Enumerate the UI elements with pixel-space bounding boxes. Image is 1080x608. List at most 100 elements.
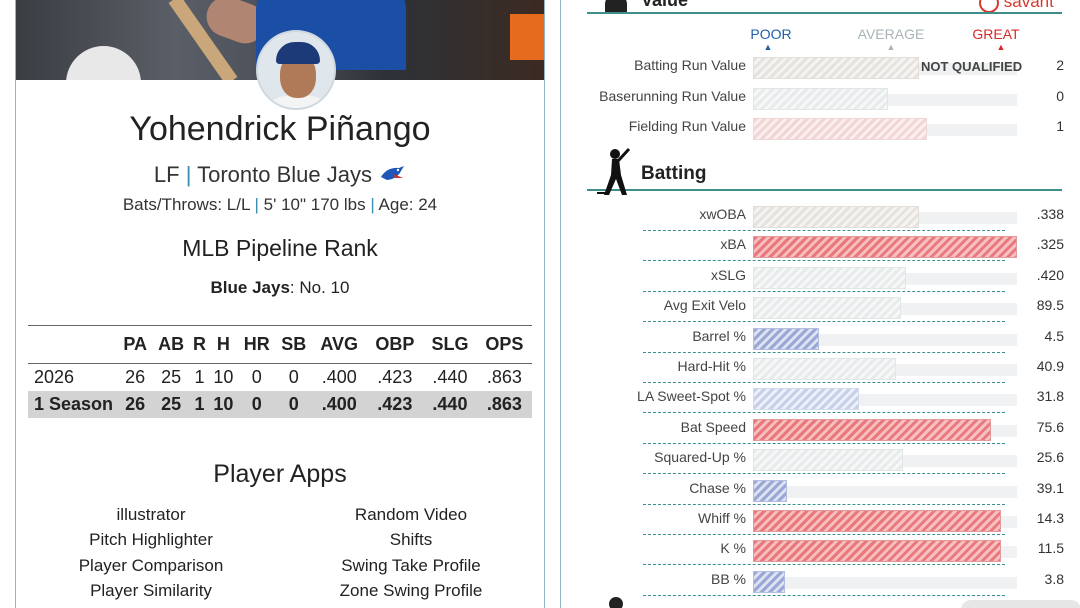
batting-stat-row[interactable]: Bat Speed 75.6	[561, 418, 1080, 449]
row-divider	[643, 442, 1005, 444]
app-link-pitch-highlighter[interactable]: Pitch Highlighter	[51, 530, 251, 550]
row-divider	[643, 382, 1005, 383]
batting-stat-row[interactable]: xBA .325	[561, 236, 1080, 266]
stat-label: Bat Speed	[680, 418, 746, 435]
stat-value: 0	[1056, 87, 1064, 104]
table-row: 2026 26 25 1 10 0 0 .400 .423 .440 .863	[34, 366, 522, 387]
stat-value: 4.5	[1044, 327, 1064, 344]
value-stat-row[interactable]: Fielding Run Value 1	[561, 118, 1080, 148]
percentile-rankings-panel: Value savant POOR AVERAGE GREAT ▲ ▲ ▲ Ba…	[560, 0, 1080, 608]
row-divider	[643, 564, 1005, 566]
scroll-top-button[interactable]	[961, 600, 1080, 608]
app-link-shifts[interactable]: Shifts	[311, 530, 511, 550]
app-link-swing-take-profile[interactable]: Swing Take Profile	[311, 556, 511, 576]
batting-section-rule	[587, 189, 1062, 191]
col-h: H	[216, 334, 230, 354]
batter-icon	[597, 147, 631, 195]
app-link-player-similarity[interactable]: Player Similarity	[51, 581, 251, 601]
batting-stat-row[interactable]: xwOBA .338	[561, 206, 1080, 236]
percentile-bar	[753, 87, 888, 110]
app-link-player-comparison[interactable]: Player Comparison	[51, 556, 251, 576]
batting-stat-row[interactable]: Squared-Up % 25.6	[561, 449, 1080, 479]
col-r: R	[192, 334, 206, 354]
row-divider	[643, 534, 1005, 535]
percentile-bar	[753, 57, 919, 79]
player-headshot	[256, 30, 336, 110]
batting-stat-row[interactable]: BB % 3.8	[561, 570, 1080, 601]
stat-label: xwOBA	[699, 206, 746, 222]
percentile-bar	[753, 327, 819, 350]
batting-stat-row[interactable]: K % 11.5	[561, 540, 1080, 570]
batting-stat-row[interactable]: Avg Exit Velo 89.5	[561, 297, 1080, 327]
fielder-icon	[609, 597, 623, 608]
stat-value: 25.6	[1036, 449, 1064, 466]
player-position: LF	[153, 162, 180, 187]
player-name: Yohendrick Piñango	[129, 110, 431, 148]
row-divider	[643, 260, 1005, 262]
stat-label: Fielding Run Value	[628, 118, 746, 134]
blue-jays-logo-icon	[378, 165, 406, 188]
stat-value: 39.1	[1036, 479, 1064, 496]
percentile-bar	[753, 449, 903, 472]
stat-label: K %	[720, 540, 746, 557]
separator: |	[185, 162, 192, 187]
batting-stat-row[interactable]: Chase % 39.1	[561, 479, 1080, 510]
pipeline-rank-value: : No. 10	[289, 278, 350, 297]
percentile-bar	[753, 570, 785, 593]
batting-stat-row[interactable]: Whiff % 14.3	[561, 510, 1080, 540]
row-divider	[643, 503, 1005, 505]
stat-label: Chase %	[689, 479, 746, 496]
stat-label: LA Sweet-Spot %	[637, 388, 746, 405]
stat-label: xBA	[720, 236, 746, 253]
batting-section-title: Batting	[641, 163, 707, 184]
value-section-rule	[587, 12, 1062, 14]
row-divider	[643, 321, 1005, 323]
scoreboard-shape	[510, 14, 544, 60]
scale-average-arrow-icon: ▲	[886, 42, 896, 52]
stat-label: BB %	[710, 570, 746, 587]
percentile-bar	[753, 358, 896, 380]
stat-label: Baserunning Run Value	[599, 87, 746, 104]
percentile-bar	[753, 118, 927, 140]
value-section-title: Value	[641, 0, 689, 10]
value-stat-row[interactable]: Baserunning Run Value 0	[561, 87, 1080, 118]
batting-stat-row[interactable]: Barrel % 4.5	[561, 327, 1080, 358]
row-divider	[643, 473, 1005, 475]
row-divider	[643, 412, 1005, 414]
stat-value: 31.8	[1036, 388, 1064, 405]
app-link-zone-swing-profile[interactable]: Zone Swing Profile	[311, 581, 511, 601]
team-link[interactable]: Toronto Blue Jays	[197, 162, 372, 187]
row-divider	[643, 290, 1005, 292]
stat-label: xSLG	[710, 266, 746, 283]
player-card: Yohendrick Piñango LF | Toronto Blue Jay…	[15, 0, 545, 608]
pipeline-rank-title: MLB Pipeline Rank	[182, 235, 378, 261]
stat-value: 11.5	[1037, 540, 1064, 557]
app-link-random-video[interactable]: Random Video	[311, 505, 511, 525]
percentile-bar	[753, 479, 787, 502]
season-stats-table: PA AB R H HR SB AVG OBP SLG OPS 2026 26 …	[28, 325, 532, 418]
stat-value: .338	[1036, 206, 1064, 222]
value-stat-row[interactable]: Batting Run Value NOT QUALIFIED 2	[561, 57, 1080, 87]
savant-logo: savant	[979, 0, 1054, 13]
col-ops: OPS	[485, 334, 524, 354]
stat-label: Hard-Hit %	[677, 358, 746, 374]
percentile-bar	[753, 206, 919, 228]
batting-stat-row[interactable]: Hard-Hit % 40.9	[561, 358, 1080, 388]
stat-label: Avg Exit Velo	[663, 297, 746, 314]
stat-value: .325	[1036, 236, 1064, 253]
batting-stat-row[interactable]: LA Sweet-Spot % 31.8	[561, 388, 1080, 418]
stat-value: 75.6	[1036, 418, 1064, 435]
row-divider	[643, 351, 1005, 353]
pipeline-team: Blue Jays	[210, 278, 290, 297]
col-sb: SB	[281, 334, 307, 354]
player-apps-title: Player Apps	[213, 460, 347, 488]
row-divider	[643, 594, 1005, 596]
stat-label: Batting Run Value	[634, 57, 746, 73]
col-ab: AB	[158, 334, 185, 354]
bats-throws: Bats/Throws: L/L	[122, 195, 250, 214]
position-team-line: LF | Toronto Blue Jays	[16, 162, 544, 188]
stat-value: 89.5	[1036, 297, 1064, 314]
batting-stat-row[interactable]: xSLG .420	[561, 266, 1080, 297]
stat-value: 3.8	[1044, 570, 1064, 587]
app-link-illustrator[interactable]: illustrator	[51, 505, 251, 525]
